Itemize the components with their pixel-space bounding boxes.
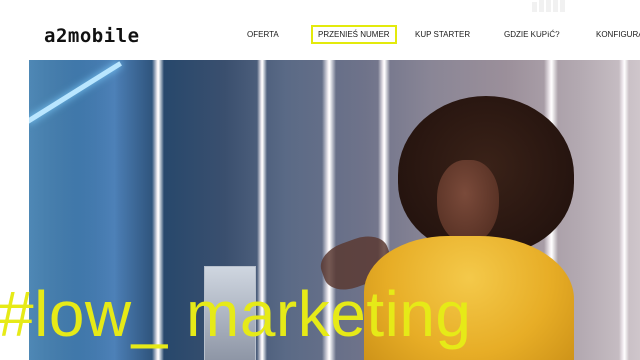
nav-item-oferta[interactable]: OFERTA	[247, 30, 279, 39]
watermark-brand: My mobile	[530, 11, 570, 20]
person-face	[437, 160, 499, 244]
nav-item-kup-starter[interactable]: KUP STARTER	[415, 30, 470, 39]
watermark-premiera: PREMIERA	[533, 24, 589, 36]
hashtag-caption: #low_ marketing	[0, 278, 472, 350]
light-tube	[619, 60, 629, 360]
nav-item-przenies-numer[interactable]: PRZENIEŚ NUMER	[311, 25, 397, 44]
channel-watermark: My mobile PREMIERA	[500, 0, 611, 38]
a2mobile-logo[interactable]: a2mobile	[44, 25, 140, 47]
